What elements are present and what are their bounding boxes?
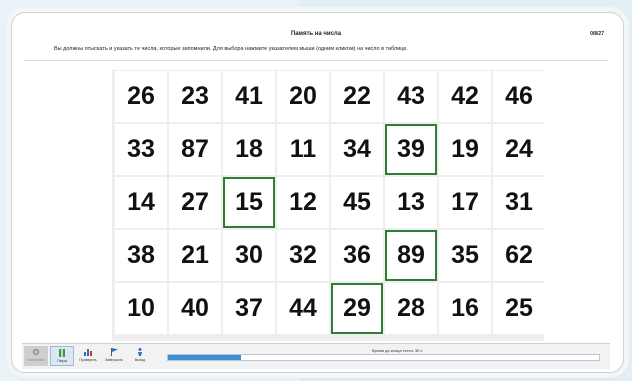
number-cell[interactable]: 62	[493, 230, 545, 281]
finish-button[interactable]: Завершить	[102, 346, 126, 366]
number-cell[interactable]: 34	[331, 124, 383, 175]
number-cell[interactable]: 20	[277, 71, 329, 122]
number-cell[interactable]: 18	[223, 124, 275, 175]
number-cell[interactable]: 22	[331, 71, 383, 122]
number-cell[interactable]: 25	[493, 283, 545, 334]
number-cell[interactable]: 27	[169, 177, 221, 228]
instructions-text: Вы должны отыскать и указать те числа, к…	[54, 46, 408, 52]
pause-icon	[57, 347, 68, 358]
check-button-label: Проверить	[79, 358, 97, 362]
settings-button[interactable]: Настройки	[24, 346, 48, 366]
number-cell[interactable]: 17	[439, 177, 491, 228]
exit-button-label: Выход	[134, 358, 146, 362]
settings-button-label: Настройки	[27, 358, 45, 362]
number-cell[interactable]: 42	[439, 71, 491, 122]
exit-icon	[135, 346, 146, 357]
number-cell[interactable]: 37	[223, 283, 275, 334]
window-title: Память на числа	[290, 31, 342, 37]
number-cell[interactable]: 40	[169, 283, 221, 334]
number-cell[interactable]: 26	[115, 71, 167, 122]
number-cell[interactable]: 43	[385, 71, 437, 122]
number-cell[interactable]: 36	[331, 230, 383, 281]
time-progress-fill	[168, 355, 242, 360]
number-cell[interactable]: 89	[385, 230, 437, 281]
number-cell[interactable]: 44	[277, 283, 329, 334]
finish-button-label: Завершить	[105, 358, 123, 362]
number-cell[interactable]: 14	[115, 177, 167, 228]
exit-button[interactable]: Выход	[128, 346, 152, 366]
number-cell[interactable]: 31	[493, 177, 545, 228]
number-cell[interactable]: 32	[277, 230, 329, 281]
number-cell[interactable]: 15	[223, 177, 275, 228]
pause-button-label: Пауза	[57, 359, 67, 363]
check-button[interactable]: Проверить	[76, 346, 100, 366]
bottom-toolbar: Настройки Пауза Проверить Завершить Выхо…	[22, 343, 610, 369]
header-divider	[24, 60, 608, 61]
number-cell[interactable]: 33	[115, 124, 167, 175]
number-cell[interactable]: 30	[223, 230, 275, 281]
number-cell[interactable]: 35	[439, 230, 491, 281]
app-window: Память на числа 0/8/27 Вы должны отыскат…	[22, 26, 610, 368]
pause-button[interactable]: Пауза	[50, 346, 74, 366]
number-grid: 26 23 41 20 22 43 42 46 33 87 18 11 34 39 19 24 14 27 15 12…	[112, 70, 545, 334]
flag-icon	[109, 346, 120, 357]
chart-icon	[83, 346, 94, 357]
number-cell[interactable]: 13	[385, 177, 437, 228]
question-counter: 0/8/27	[590, 31, 604, 37]
number-cell[interactable]: 39	[385, 124, 437, 175]
number-cell[interactable]: 16	[439, 283, 491, 334]
number-cell[interactable]: 23	[169, 71, 221, 122]
number-cell[interactable]: 45	[331, 177, 383, 228]
number-cell[interactable]: 12	[277, 177, 329, 228]
number-cell[interactable]: 87	[169, 124, 221, 175]
number-table: 26 23 41 20 22 43 42 46 33 87 18 11 34 39 19 24 14 27 15 12…	[112, 70, 545, 341]
number-cell[interactable]: 41	[223, 71, 275, 122]
gear-icon	[31, 346, 42, 357]
number-cell[interactable]: 21	[169, 230, 221, 281]
number-cell[interactable]: 24	[493, 124, 545, 175]
time-progress-bar	[167, 354, 600, 361]
number-cell[interactable]: 28	[385, 283, 437, 334]
number-cell[interactable]: 46	[493, 71, 545, 122]
timer-label: Время до конца теста: 30 с	[372, 348, 423, 353]
number-cell[interactable]: 19	[439, 124, 491, 175]
number-cell[interactable]: 11	[277, 124, 329, 175]
number-cell[interactable]: 29	[331, 283, 383, 334]
number-cell[interactable]: 38	[115, 230, 167, 281]
number-cell[interactable]: 10	[115, 283, 167, 334]
